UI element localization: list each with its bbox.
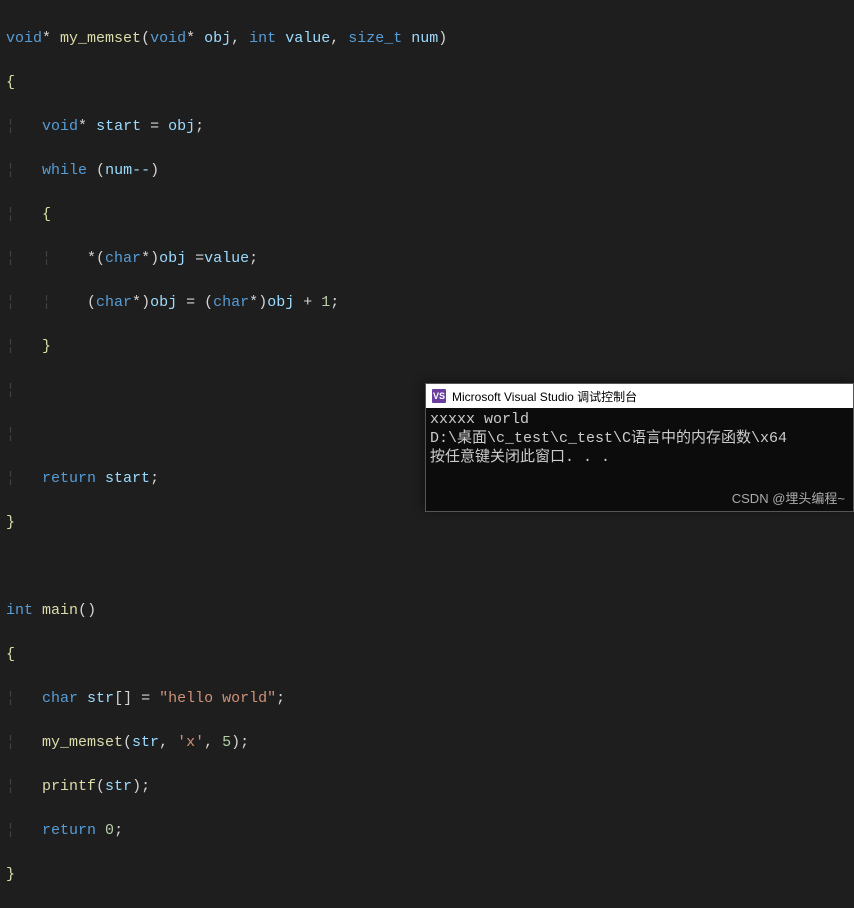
- debug-console-window[interactable]: VS Microsoft Visual Studio 调试控制台 xxxxx w…: [425, 383, 854, 512]
- console-output: xxxxx world D:\桌面\c_test\c_test\C语言中的内存函…: [426, 408, 853, 469]
- console-titlebar[interactable]: VS Microsoft Visual Studio 调试控制台: [426, 384, 853, 408]
- watermark-text: CSDN @埋头编程~: [732, 488, 845, 507]
- vs-icon: VS: [432, 389, 446, 403]
- console-title: Microsoft Visual Studio 调试控制台: [452, 388, 637, 405]
